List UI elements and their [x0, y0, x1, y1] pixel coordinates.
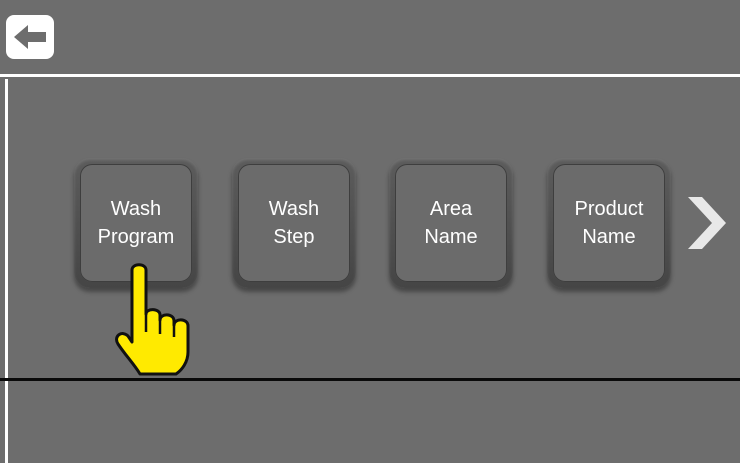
- top-bar: [0, 0, 740, 77]
- pointing-hand-icon: [115, 263, 190, 376]
- tile-label: Wash Program: [97, 198, 175, 248]
- chevron-right-icon: [688, 197, 726, 249]
- area-name-button[interactable]: Area Name: [389, 158, 513, 288]
- product-name-button[interactable]: Product Name: [547, 158, 671, 288]
- wash-step-button[interactable]: Wash Step: [232, 158, 356, 288]
- arrow-left-icon: [14, 25, 46, 49]
- next-page-button[interactable]: [684, 195, 728, 251]
- tile-label: Wash Step: [268, 198, 320, 248]
- tile-label: Area Name: [424, 198, 478, 248]
- footer-bar: [5, 381, 740, 463]
- tile-label: Product Name: [574, 198, 644, 248]
- back-button[interactable]: [6, 15, 54, 59]
- screen: Wash Program Wash Step Area Name Product…: [0, 0, 740, 463]
